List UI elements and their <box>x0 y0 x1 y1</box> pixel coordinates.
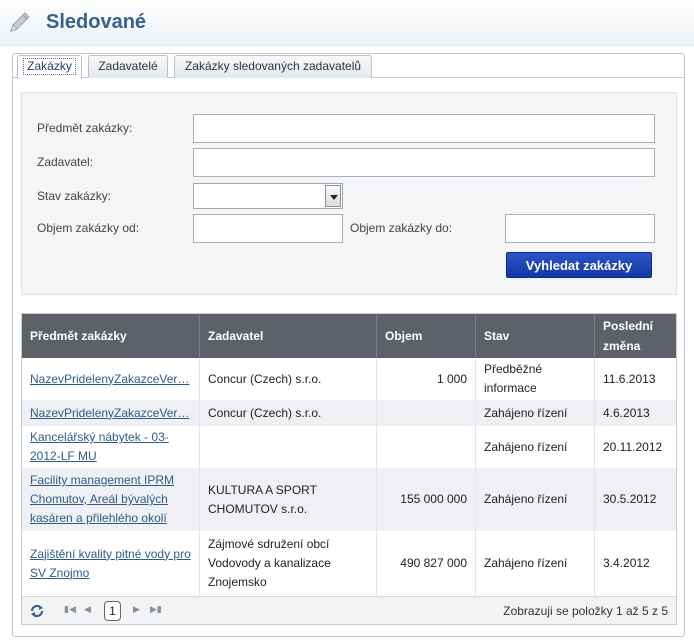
subject-link[interactable]: NazevPridelenyZakazceVer… <box>30 404 189 423</box>
refresh-icon[interactable] <box>28 602 46 620</box>
table-row: NazevPridelenyZakazceVer… Concur (Czech)… <box>22 358 676 400</box>
cell-changed: 30.5.2012 <box>603 492 657 506</box>
next-page-icon[interactable]: ▶ <box>133 604 140 615</box>
cell-changed: 3.4.2012 <box>603 556 650 570</box>
chevron-down-icon[interactable] <box>325 185 341 207</box>
page-title: Sledované <box>46 11 147 33</box>
volume-from-label: Objem zakázky od: <box>37 221 140 235</box>
table-row: Kancelářský nábytek - 03-2012-LF MU Zahá… <box>22 426 676 468</box>
cell-volume: 155 000 000 <box>377 468 476 531</box>
search-form: Předmět zakázky: Zadavatel: Stav zakázky… <box>21 92 677 295</box>
cell-contractor: KULTURA A SPORT CHOMUTOV s.r.o. <box>200 468 377 531</box>
tab-zadavatele[interactable]: Zadavatelé <box>88 55 168 78</box>
contractor-input[interactable] <box>193 148 655 177</box>
cell-changed: 4.6.2013 <box>603 405 650 420</box>
tab-label: Zadavatelé <box>98 59 158 73</box>
subject-link[interactable]: Zajištění kvality pitné vody pro SV Znoj… <box>30 545 191 583</box>
state-select[interactable] <box>193 183 343 209</box>
contractor-label: Zadavatel: <box>37 155 94 169</box>
main-panel: Zakázky Zadavatelé Zakázky sledovaných z… <box>12 53 685 637</box>
cell-volume: 490 827 000 <box>377 531 476 596</box>
cell-subject: Facility management IPRM Chomutov, Areál… <box>22 468 200 531</box>
cell-volume <box>377 400 476 426</box>
cell-state: Zahájeno řízení <box>476 400 595 426</box>
pager: ▮◀ ◀ 1 ▶ ▶▮ Zobrazuji se položky 1 až 5 … <box>22 596 676 624</box>
column-header-state[interactable]: Stav <box>476 314 595 358</box>
column-header-volume[interactable]: Objem <box>377 314 476 358</box>
results-grid: Předmět zakázky Zadavatel Objem Stav Pos… <box>21 313 677 625</box>
pager-info: Zobrazuji se položky 1 až 5 z 5 <box>503 604 668 618</box>
cell-state: Zahájeno řízení <box>476 468 595 531</box>
cell-subject: NazevPridelenyZakazceVer… <box>22 400 200 426</box>
cell-contractor: Concur (Czech) s.r.o. <box>200 400 377 426</box>
table-row: Facility management IPRM Chomutov, Areál… <box>22 468 676 531</box>
cell-contractor: Concur (Czech) s.r.o. <box>200 358 377 400</box>
column-header-contractor[interactable]: Zadavatel <box>200 314 377 358</box>
prev-page-icon[interactable]: ◀ <box>84 604 91 615</box>
column-header-subject[interactable]: Předmět zakázky <box>22 314 200 358</box>
tab-label: Zakázky <box>23 58 76 75</box>
subject-label: Předmět zakázky: <box>37 121 133 135</box>
current-page[interactable]: 1 <box>104 601 121 621</box>
cell-contractor <box>200 426 377 468</box>
cell-subject: NazevPridelenyZakazceVer… <box>22 358 200 400</box>
cell-state: Zahájeno řízení <box>476 426 595 468</box>
subject-link[interactable]: NazevPridelenyZakazceVer… <box>30 370 189 389</box>
subject-input[interactable] <box>193 114 655 143</box>
cell-volume: 1 000 <box>377 358 476 400</box>
cell-subject: Zajištění kvality pitné vody pro SV Znoj… <box>22 531 200 596</box>
last-page-icon[interactable]: ▶▮ <box>150 604 162 615</box>
subject-link[interactable]: Facility management IPRM Chomutov, Areál… <box>30 471 191 528</box>
pencil-icon <box>10 12 30 32</box>
tab-bar: Zakázky Zadavatelé Zakázky sledovaných z… <box>13 54 684 79</box>
cell-volume <box>377 426 476 468</box>
search-button[interactable]: Vyhledat zakázky <box>506 252 652 278</box>
volume-to-input[interactable] <box>505 214 655 243</box>
first-page-icon[interactable]: ▮◀ <box>64 604 76 615</box>
cell-state: Předběžné informace <box>476 358 595 400</box>
cell-changed: 20.11.2012 <box>603 439 663 454</box>
state-label: Stav zakázky: <box>37 189 112 203</box>
column-header-changed[interactable]: Poslední změna <box>595 314 676 358</box>
tab-zakazky[interactable]: Zakázky <box>17 55 82 79</box>
volume-to-label: Objem zakázky do: <box>350 221 453 235</box>
cell-contractor: Zájmové sdružení obcí Vodovody a kanaliz… <box>200 531 377 596</box>
table-row: NazevPridelenyZakazceVer… Concur (Czech)… <box>22 400 676 426</box>
cell-subject: Kancelářský nábytek - 03-2012-LF MU <box>22 426 200 468</box>
cell-state: Zahájeno řízení <box>476 531 595 596</box>
tab-zakazky-sledovanych-zadavatelu[interactable]: Zakázky sledovaných zadavatelů <box>174 55 372 78</box>
table-row: Zajištění kvality pitné vody pro SV Znoj… <box>22 531 676 596</box>
page-header: Sledované <box>0 0 694 46</box>
tab-label: Zakázky sledovaných zadavatelů <box>184 59 362 73</box>
cell-changed: 11.6.2013 <box>603 371 656 386</box>
subject-link[interactable]: Kancelářský nábytek - 03-2012-LF MU <box>30 428 191 466</box>
volume-from-input[interactable] <box>193 214 343 243</box>
